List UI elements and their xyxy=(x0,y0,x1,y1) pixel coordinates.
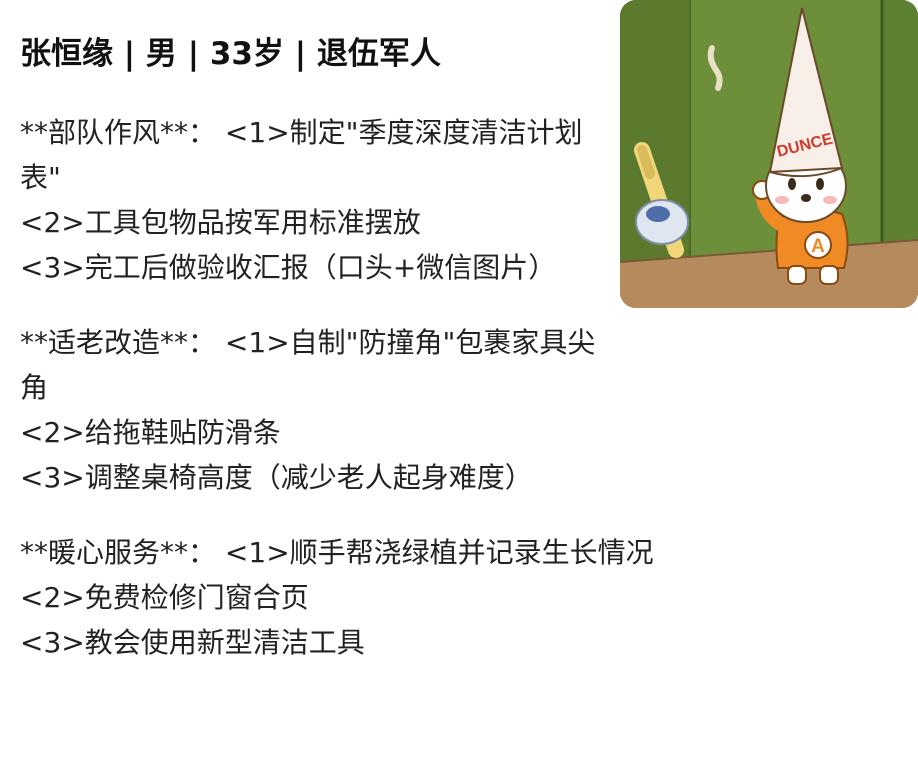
list-item: <2>给拖鞋贴防滑条 xyxy=(20,416,281,449)
section-military-style: **部队作风**： <1>制定"季度深度清洁计划表" <2>工具包物品按军用标准… xyxy=(20,110,610,290)
list-item: <1>顺手帮浇绿植并记录生长情况 xyxy=(224,536,654,569)
list-item: <2>工具包物品按军用标准摆放 xyxy=(20,206,421,239)
section-heading: **适老改造**： xyxy=(20,326,217,359)
section-elderly-adaptation: **适老改造**： <1>自制"防撞角"包裹家具尖角 <2>给拖鞋贴防滑条 <3… xyxy=(20,320,610,500)
list-item: <2>免费检修门窗合页 xyxy=(20,581,309,614)
section-heading: **部队作风**： xyxy=(20,116,217,149)
section-warm-service: **暖心服务**： <1>顺手帮浇绿植并记录生长情况 <2>免费检修门窗合页 <… xyxy=(20,530,720,665)
list-item: <3>教会使用新型清洁工具 xyxy=(20,626,365,659)
list-item: <3>完工后做验收汇报（口头+微信图片） xyxy=(20,251,557,284)
section-intro-line: **部队作风**： <1>制定"季度深度清洁计划表" xyxy=(20,110,610,200)
dunce-cartoon-image: A DUNCE xyxy=(620,0,918,308)
list-item: <3>调整桌椅高度（减少老人起身难度） xyxy=(20,461,533,494)
profile-title: 张恒缘 | 男 | 33岁 | 退伍军人 xyxy=(20,36,441,72)
shirt-letter: A xyxy=(811,236,825,257)
section-heading: **暖心服务**： xyxy=(20,536,217,569)
section-intro-line: **适老改造**： <1>自制"防撞角"包裹家具尖角 xyxy=(20,320,610,410)
section-intro-line: **暖心服务**： <1>顺手帮浇绿植并记录生长情况 xyxy=(20,530,720,575)
